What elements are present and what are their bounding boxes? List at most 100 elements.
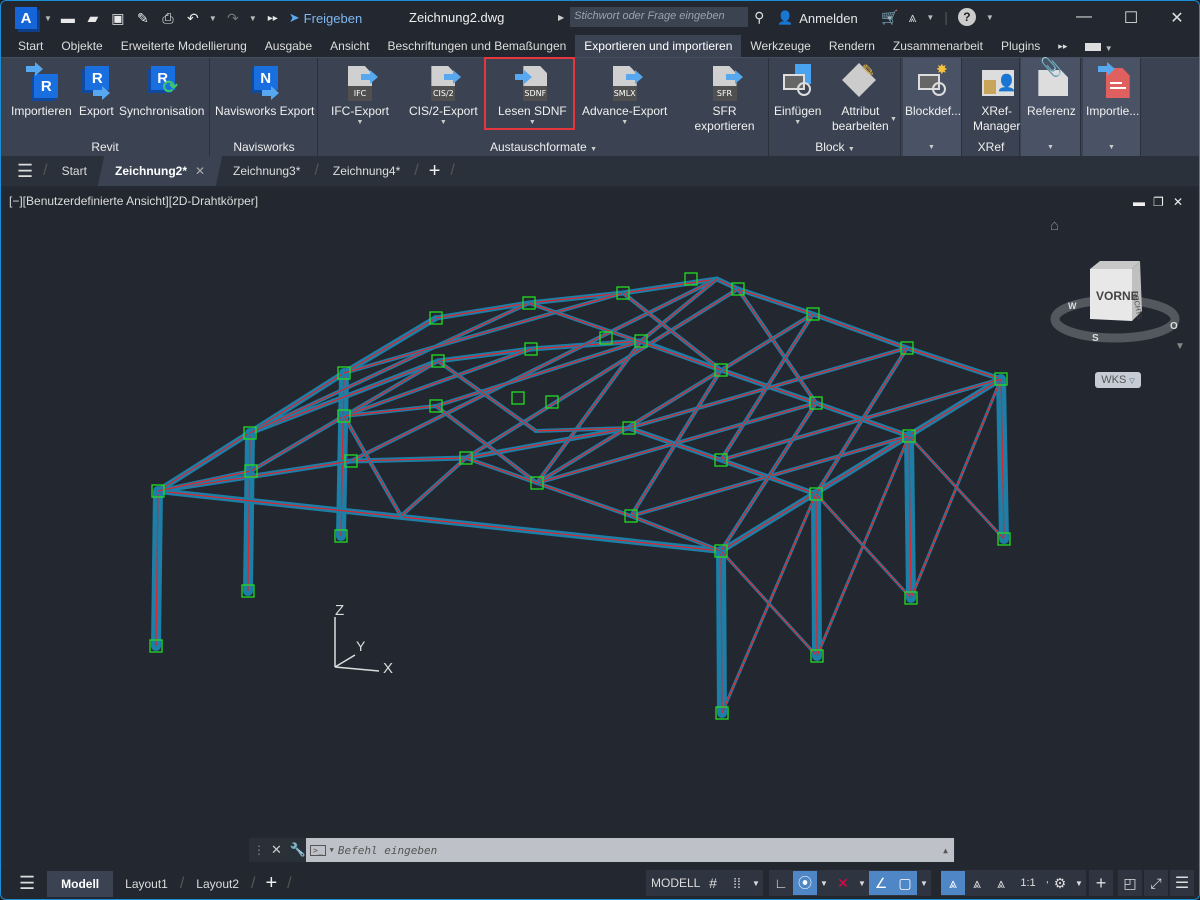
steel-member[interactable] [904, 431, 916, 603]
sfr-export-button[interactable]: SFR SFR exportieren [681, 64, 768, 134]
isolate-objects-icon[interactable]: ◰ [1118, 871, 1142, 895]
panel-title-block[interactable]: Block ▼ [770, 140, 900, 154]
cis2-export-button[interactable]: CIS/2 CIS/2-Export ▼ [409, 64, 478, 127]
open-folder-icon[interactable]: ▰ [84, 9, 102, 27]
tab-werkzeuge[interactable]: Werkzeuge [741, 35, 819, 57]
annotation-scale-icon[interactable]: ⩓ [989, 871, 1013, 895]
steel-member[interactable] [810, 311, 910, 351]
help-icon[interactable]: ? [957, 8, 976, 26]
xref-manager-button[interactable]: 👤 XRef- Manager [973, 64, 1020, 134]
command-history-toggle[interactable]: ▲ [943, 846, 948, 855]
login-button[interactable]: 👤 Anmelden ▼ [777, 10, 894, 26]
viewcube-menu-icon[interactable]: ▼ [1175, 341, 1185, 352]
command-prompt-icon[interactable]: >_ [310, 844, 326, 856]
referenz-dropdown-icon[interactable]: ▼ [1047, 144, 1054, 152]
clean-screen-icon[interactable]: ⤢ [1144, 871, 1168, 895]
file-tab-start[interactable]: Start [48, 156, 101, 186]
autodesk-dropdown-icon[interactable]: ▼ [926, 13, 934, 22]
more-tabs-icon[interactable]: ▸▸ [1049, 35, 1076, 57]
new-tab-plus-icon[interactable]: + [429, 160, 441, 183]
object-snap-icon[interactable]: ▢ [893, 871, 917, 895]
command-line-grip[interactable]: ⋮ [253, 843, 265, 857]
cart-icon[interactable]: 🛒 [881, 9, 898, 26]
search-icon[interactable]: ⚲ [754, 9, 764, 26]
layout-tab-layout2[interactable]: Layout2 [184, 877, 251, 891]
steel-member[interactable] [248, 301, 531, 435]
polar-dropdown-icon[interactable]: ▼ [817, 871, 831, 895]
close-button[interactable]: ✕ [1167, 8, 1187, 28]
annotation-visibility-icon[interactable]: ⩓ [941, 871, 965, 895]
command-input[interactable]: >_ ▼ Befehl eingeben ▲ [306, 838, 954, 862]
steel-member[interactable] [342, 414, 403, 518]
import-button[interactable]: Importie... [1086, 62, 1139, 119]
einfuegen-button[interactable]: Einfügen ▼ [774, 64, 821, 127]
more-tools-icon[interactable]: ▸▸ [264, 9, 282, 27]
file-menu-icon[interactable]: ☰ [17, 161, 33, 182]
isometric-dropdown-icon[interactable]: ▼ [855, 871, 869, 895]
home-view-icon[interactable]: ⌂ [1050, 217, 1059, 234]
steel-member[interactable] [996, 374, 1009, 544]
app-menu-dropdown-icon[interactable]: ▼ [44, 14, 52, 23]
tab-rendern[interactable]: Rendern [820, 35, 884, 57]
command-close-icon[interactable]: ✕ [271, 842, 282, 858]
tab-ausgabe[interactable]: Ausgabe [256, 35, 321, 57]
advance-export-button[interactable]: SMLX Advance-Export ▼ [582, 64, 667, 127]
panel-title-austauschformate[interactable]: Austauschformate ▼ [319, 140, 768, 154]
steel-member[interactable] [904, 345, 1004, 382]
new-file-icon[interactable]: ▬ [59, 9, 77, 27]
recent-commands-dropdown[interactable]: ▼ [330, 846, 334, 854]
tab-plugins[interactable]: Plugins [992, 35, 1049, 57]
layout-tab-layout1[interactable]: Layout1 [113, 877, 180, 891]
search-expand-icon[interactable]: ▶ [558, 13, 564, 22]
print-icon[interactable]: ⎙ [159, 9, 177, 27]
connection-node[interactable] [511, 391, 525, 405]
workspace-dropdown-icon[interactable]: ▼ [1072, 871, 1086, 895]
revit-import-button[interactable]: R Importieren [11, 62, 72, 119]
minimize-button[interactable]: — [1074, 8, 1094, 26]
file-tab-zeichnung3[interactable]: Zeichnung3* [219, 156, 314, 186]
annotation-scale-dropdown[interactable]: 1:1 [1013, 871, 1043, 895]
tab-exportieren-importieren[interactable]: Exportieren und importieren [575, 35, 742, 57]
file-tab-zeichnung2[interactable]: Zeichnung2* ✕ [97, 156, 223, 186]
steel-member[interactable] [716, 546, 727, 718]
ortho-icon[interactable]: ∟ [769, 871, 793, 895]
file-tab-zeichnung4[interactable]: Zeichnung4* [319, 156, 414, 186]
revit-sync-button[interactable]: R ⟳ Synchronisation [119, 64, 204, 119]
auto-scale-icon[interactable]: ⩓ [965, 871, 989, 895]
import-dropdown-icon[interactable]: ▼ [1108, 144, 1115, 152]
annotation-monitor-icon[interactable]: + [1089, 871, 1113, 895]
close-tab-icon[interactable]: ✕ [195, 164, 205, 178]
object-snap-tracking-icon[interactable]: ∠ [869, 871, 893, 895]
layout-tab-modell[interactable]: Modell [47, 870, 114, 897]
tab-ansicht[interactable]: Ansicht [321, 35, 378, 57]
isometric-drafting-icon[interactable]: ✕ [831, 871, 855, 895]
object-snap-dropdown-icon[interactable]: ▼ [917, 871, 931, 895]
navisworks-export-button[interactable]: N Navisworks Export [215, 64, 314, 119]
tab-beschriftungen[interactable]: Beschriftungen und Bemaßungen [379, 35, 576, 57]
application-menu-button[interactable]: A [15, 7, 37, 29]
steel-member[interactable] [243, 428, 255, 596]
customization-menu-icon[interactable]: ☰ [1170, 871, 1194, 895]
ribbon-minimize-toggle[interactable]: ▼ [1076, 35, 1121, 57]
tab-erweiterte-modellierung[interactable]: Erweiterte Modellierung [112, 35, 256, 57]
workspace-gear-icon[interactable]: ⚙ [1048, 871, 1072, 895]
maximize-button[interactable]: ☐ [1121, 8, 1141, 28]
viewcube[interactable]: VORNE RECHTS W S O [1050, 249, 1190, 359]
steel-member[interactable] [811, 489, 822, 661]
steel-member[interactable] [714, 276, 741, 292]
steel-member[interactable] [621, 291, 723, 372]
polar-tracking-icon[interactable]: ⦿ [793, 871, 817, 895]
steel-member[interactable] [151, 486, 163, 651]
attribut-bearbeiten-button[interactable]: ✎ Attribut bearbeiten [832, 63, 889, 134]
share-button[interactable]: ➤ Freigeben [289, 10, 362, 26]
ifc-export-button[interactable]: IFC IFC-Export ▼ [331, 64, 389, 127]
undo-icon[interactable]: ↶ [184, 9, 202, 27]
command-customize-wrench-icon[interactable]: 🔧 [290, 842, 306, 858]
referenz-button[interactable]: 📎 Referenz [1027, 58, 1076, 119]
help-dropdown-icon[interactable]: ▼ [986, 13, 994, 22]
save-icon[interactable]: ▣ [109, 9, 127, 27]
revit-export-button[interactable]: R Export [79, 64, 114, 119]
redo-dropdown-icon[interactable]: ▼ [249, 14, 257, 23]
snap-dropdown-icon[interactable]: ▼ [749, 871, 763, 895]
autodesk-icon[interactable]: ⩓ [908, 9, 916, 26]
